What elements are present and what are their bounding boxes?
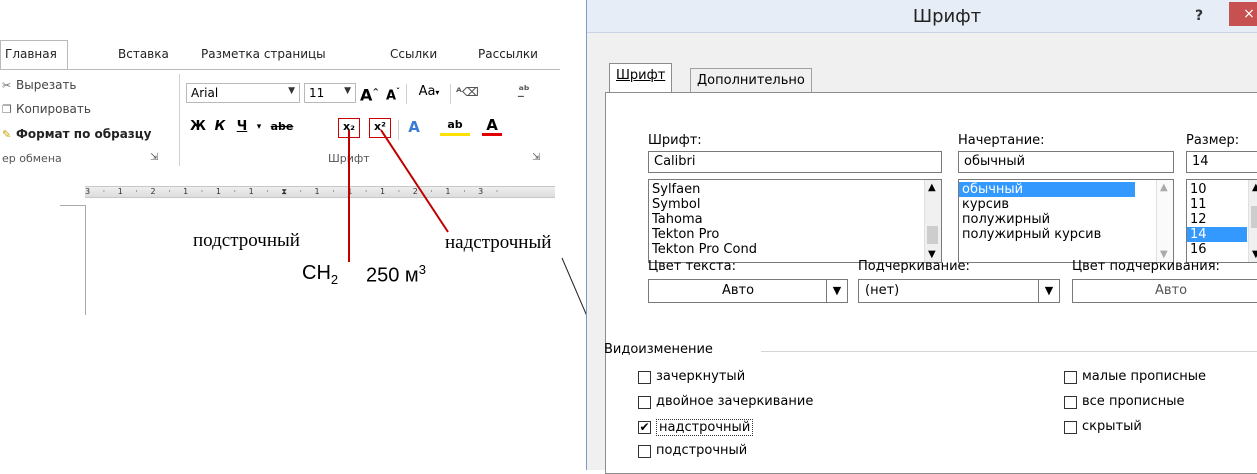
double-strike-checkbox[interactable]: [638, 396, 651, 409]
underline-value: (нет): [865, 283, 900, 298]
chevron-down-icon: ▼: [1038, 280, 1059, 302]
subscript-caption: подстрочный: [193, 230, 300, 251]
m-superscript: 3: [418, 262, 426, 277]
tab-font-label: Шрифт: [616, 68, 666, 83]
close-button[interactable]: ×: [1229, 2, 1257, 26]
font-tab-panel: Шрифт: Calibri Sylfaen Symbol Tahoma Tek…: [604, 92, 1257, 474]
size-input[interactable]: 14: [1186, 151, 1257, 173]
subscript-checkbox[interactable]: [638, 445, 651, 458]
chevron-down-icon: ▼: [826, 280, 847, 302]
scroll-thumb[interactable]: [927, 226, 938, 244]
size-list[interactable]: 10 11 12 14 16 ▲ ▼: [1186, 179, 1257, 263]
font-name-input[interactable]: Calibri: [648, 151, 942, 173]
list-item[interactable]: полужирный: [959, 212, 1135, 227]
list-item[interactable]: 11: [1187, 197, 1247, 212]
superscript-checkbox[interactable]: ✔: [638, 421, 651, 434]
m-text: 250 м: [366, 264, 419, 287]
list-item[interactable]: 14: [1187, 227, 1247, 242]
effects-divider: [761, 351, 1257, 352]
subscript-label: подстрочный: [656, 443, 748, 458]
size-label: Размер:: [1186, 133, 1240, 148]
dialog-titlebar: Шрифт ? ×: [587, 0, 1257, 33]
size-list-scrollbar[interactable]: ▲ ▼: [1248, 180, 1257, 262]
underline-select[interactable]: (нет) ▼: [858, 279, 1060, 303]
list-item[interactable]: полужирный курсив: [959, 227, 1135, 242]
double-strike-label: двойное зачеркивание: [656, 394, 814, 409]
all-caps-checkbox[interactable]: [1064, 396, 1077, 409]
superscript-caption: надстрочный: [445, 232, 552, 253]
example-m3: 250 м3: [366, 262, 426, 288]
tab-advanced[interactable]: Дополнительно: [690, 68, 812, 92]
tab-font[interactable]: Шрифт: [609, 63, 673, 94]
underline-color-value: Авто: [1154, 283, 1188, 298]
font-label: Шрифт:: [648, 133, 702, 148]
dialog-title: Шрифт: [912, 6, 982, 27]
underline-color-label: Цвет подчеркивания:: [1072, 259, 1220, 274]
checkmark-icon: ✔: [639, 420, 650, 434]
font-list-scrollbar[interactable]: ▲ ▼: [924, 180, 941, 262]
ch-text: CH: [302, 262, 331, 284]
list-item[interactable]: Tekton Pro: [649, 227, 941, 242]
superscript-label: надстрочный: [656, 419, 754, 436]
list-item[interactable]: Symbol: [649, 197, 941, 212]
effects-label: Видоизменение: [604, 342, 713, 357]
scroll-thumb[interactable]: [1251, 206, 1257, 228]
all-caps-label: все прописные: [1082, 394, 1185, 409]
list-item[interactable]: Tahoma: [649, 212, 941, 227]
hidden-checkbox[interactable]: [1064, 421, 1077, 434]
small-caps-label: малые прописные: [1082, 369, 1207, 384]
font-list[interactable]: Sylfaen Symbol Tahoma Tekton Pro Tekton …: [648, 179, 942, 263]
style-list[interactable]: обычный курсив полужирный полужирный кур…: [958, 179, 1174, 263]
list-item[interactable]: Sylfaen: [649, 182, 941, 197]
list-item[interactable]: 12: [1187, 212, 1247, 227]
superscript-pointer-line: [380, 129, 449, 233]
style-label: Начертание:: [958, 133, 1045, 148]
ch-subscript: 2: [330, 272, 339, 287]
text-color-value: Авто: [721, 283, 755, 298]
text-color-label: Цвет текста:: [648, 259, 736, 274]
font-dialog: Шрифт ? × Шрифт Дополнительно Шрифт: Cal…: [586, 0, 1257, 474]
chevron-up-icon[interactable]: ▲: [1252, 182, 1257, 193]
strike-label: зачеркнутый: [656, 369, 746, 384]
style-input[interactable]: обычный: [958, 151, 1174, 173]
list-item[interactable]: курсив: [959, 197, 1135, 212]
list-item[interactable]: 16: [1187, 242, 1247, 257]
underline-label: Подчеркивание:: [858, 259, 970, 274]
strike-checkbox[interactable]: [638, 371, 651, 384]
list-item[interactable]: обычный: [959, 182, 1135, 197]
small-caps-checkbox[interactable]: [1064, 371, 1077, 384]
chevron-up-icon[interactable]: ▲: [1160, 182, 1168, 193]
chevron-down-icon[interactable]: ▼: [1252, 249, 1257, 260]
text-color-select[interactable]: Авто ▼: [648, 279, 848, 303]
style-list-scrollbar[interactable]: ▲ ▼: [1156, 180, 1173, 262]
list-item[interactable]: 10: [1187, 182, 1247, 197]
hidden-label: скрытый: [1082, 419, 1142, 434]
example-ch2: CH2: [302, 262, 338, 287]
help-button[interactable]: ?: [1195, 8, 1203, 24]
list-item[interactable]: Tekton Pro Cond: [649, 242, 941, 257]
chevron-up-icon[interactable]: ▲: [928, 182, 936, 193]
underline-color-select[interactable]: Авто: [1072, 279, 1257, 303]
